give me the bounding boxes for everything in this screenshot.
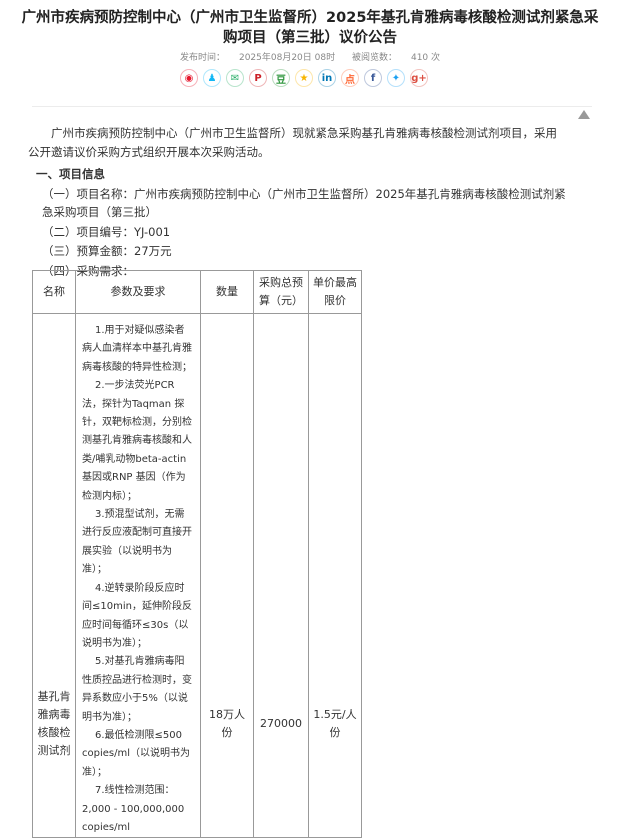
- spec-item: 6.最低检测限≤500 copies/ml（以说明书为准）；: [82, 729, 190, 778]
- qzone-icon[interactable]: ★: [295, 69, 313, 87]
- qq-icon[interactable]: ♟: [203, 69, 221, 87]
- section-heading: 一、项目信息: [36, 167, 105, 181]
- view-count: 被阅览数： 410 次: [351, 53, 441, 63]
- weibo-icon[interactable]: ◉: [180, 69, 198, 87]
- table-header-row: 名称 参数及要求 数量 采购总预算（元） 单价最高限价: [32, 270, 362, 314]
- twitter-icon[interactable]: ✦: [387, 69, 405, 87]
- project-number: （二）项目编号：YJ-001: [42, 224, 171, 239]
- cell-qty: 18万人份: [200, 312, 254, 838]
- project-name: （一）项目名称：广州市疾病预防控制中心（广州市卫生监督所）2025年基孔肯雅病毒…: [42, 186, 566, 220]
- divider: [32, 106, 592, 107]
- table-row: 基孔肯雅病毒核酸检测试剂 1.用于对疑似感染者病人血清样本中基孔肯雅病毒核酸的特…: [32, 312, 362, 838]
- intro-paragraph: 广州市疾病预防控制中心（广州市卫生监督所）现就紧急采购基孔肯雅病毒核酸检测试剂项…: [28, 126, 557, 159]
- article-body: 广州市疾病预防控制中心（广州市卫生监督所）现就紧急采购基孔肯雅病毒核酸检测试剂项…: [28, 124, 568, 280]
- header-qty: 数量: [200, 270, 254, 314]
- cell-price: 1.5元/人份: [308, 312, 362, 838]
- cell-name: 基孔肯雅病毒核酸检测试剂: [32, 312, 76, 838]
- dianping-icon[interactable]: 点: [341, 69, 359, 87]
- page-title: 广州市疾病预防控制中心（广州市卫生监督所）2025年基孔肯雅病毒核酸检测试剂紧急…: [21, 10, 599, 46]
- spec-item: 1.用于对疑似感染者病人血清样本中基孔肯雅病毒核酸的特异性检测；: [82, 325, 192, 373]
- facebook-icon[interactable]: f: [364, 69, 382, 87]
- spec-item: 2.一步法荧光PCR 法，探针为Taqman 探针，双靶标检测，分别检测基孔肯雅…: [82, 380, 192, 502]
- douban-icon[interactable]: 豆: [272, 69, 290, 87]
- googleplus-icon[interactable]: g+: [410, 69, 428, 87]
- spec-item: 3.预混型试剂，无需进行反应液配制可直接开展实验（以说明书为准）；: [82, 509, 192, 576]
- spec-item: 4.逆转录阶段反应时间≤10min，延伸阶段反应时间每循环≤30s（以说明书为准…: [82, 582, 192, 649]
- procurement-table: 名称 参数及要求 数量 采购总预算（元） 单价最高限价 基孔肯雅病毒核酸检测试剂…: [32, 270, 362, 838]
- scroll-to-top-icon[interactable]: [578, 110, 590, 119]
- spec-item: 7.线性检测范围：2,000 - 100,000,000 copies/ml: [82, 785, 185, 833]
- linkedin-icon[interactable]: in: [318, 69, 336, 87]
- article-meta: 发布时间： 2025年08月20日 08时 被阅览数： 410 次: [0, 50, 620, 63]
- cell-spec: 1.用于对疑似感染者病人血清样本中基孔肯雅病毒核酸的特异性检测； 2.一步法荧光P…: [75, 312, 201, 838]
- header-name: 名称: [32, 270, 76, 314]
- pinterest-icon[interactable]: P: [249, 69, 267, 87]
- spec-item: 5.对基孔肯雅病毒阳性质控品进行检测时，变异系数应小于5%（以说明书为准）；: [82, 656, 192, 723]
- wechat-icon[interactable]: ✉: [226, 69, 244, 87]
- header-price: 单价最高限价: [308, 270, 362, 314]
- share-bar: ◉ ♟ ✉ P 豆 ★ in 点 f ✦ g+: [180, 69, 428, 87]
- publish-time: 发布时间： 2025年08月20日 08时: [179, 53, 336, 63]
- budget-amount: （三）预算金额：27万元: [42, 244, 172, 258]
- cell-budget: 270000: [253, 312, 309, 838]
- header-budget: 采购总预算（元）: [253, 270, 309, 314]
- header-spec: 参数及要求: [75, 270, 201, 314]
